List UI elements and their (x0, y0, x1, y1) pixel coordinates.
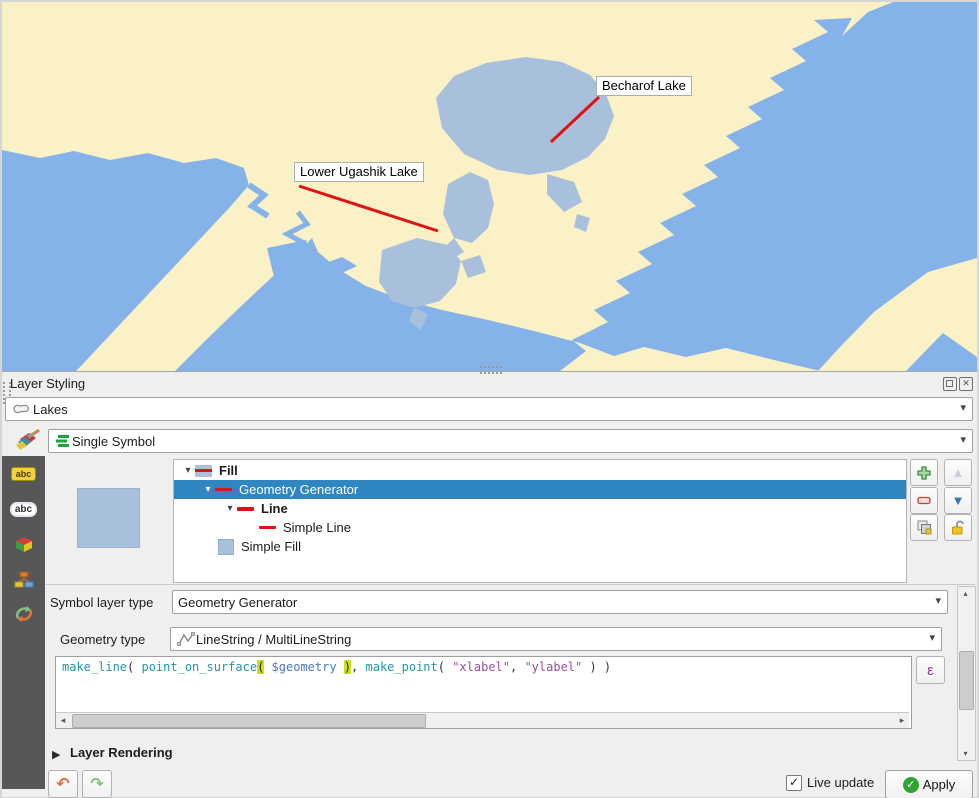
symbol-layer-type-value: Geometry Generator (178, 595, 297, 610)
line-symbol-icon (215, 488, 232, 491)
layer-rendering-label[interactable]: Layer Rendering (70, 745, 173, 760)
expression-editor[interactable]: make_line( point_on_surface( $geometry )… (55, 656, 912, 729)
3d-cube-icon (15, 536, 33, 553)
tree-row-label: Simple Line (283, 520, 351, 535)
symbol-layer-tree: ▾ Fill ▾ Geometry Generator ▾ Line Simpl… (173, 459, 907, 583)
renderer-value: Single Symbol (72, 434, 155, 449)
labels-icon: abc (11, 467, 37, 481)
symbol-layer-type-combo[interactable]: Geometry Generator ▾ (172, 590, 948, 614)
sidebar-item-3d-view[interactable] (2, 529, 45, 559)
float-panel-inner (946, 380, 953, 387)
sidebar-item-history[interactable] (2, 599, 45, 629)
qgis-window: Becharof Lake Lower Ugashik Lake Layer S… (0, 0, 979, 798)
paintbrush-icon (10, 429, 40, 455)
sidebar-item-labels[interactable]: abc (2, 459, 45, 489)
geometry-type-combo[interactable]: LineString / MultiLineString ▾ (170, 627, 942, 651)
lock-colors-button[interactable] (944, 514, 972, 541)
section-divider (46, 584, 975, 585)
simple-fill-icon (218, 539, 234, 555)
close-panel-icon[interactable]: ✕ (959, 377, 973, 391)
polygon-layer-icon (11, 401, 33, 417)
geometry-type-value: LineString / MultiLineString (196, 632, 351, 647)
expander-icon[interactable]: ▾ (201, 484, 215, 495)
tree-row-fill[interactable]: ▾ Fill (174, 461, 906, 480)
diagram-icon (14, 571, 34, 588)
layer-styling-panel: Layer Styling ✕ Lakes ▾ (2, 371, 977, 797)
live-update-label[interactable]: Live update (807, 775, 874, 790)
dropdown-arrow-icon: ▾ (929, 631, 935, 644)
symbol-layer-type-label: Symbol layer type (50, 595, 153, 610)
panel-vscrollbar[interactable]: ▴ ▾ (957, 586, 976, 761)
scroll-down-icon[interactable]: ▾ (958, 747, 973, 760)
tree-row-label: Geometry Generator (239, 482, 358, 497)
linestring-icon (176, 632, 196, 646)
map-canvas[interactable]: Becharof Lake Lower Ugashik Lake (2, 2, 977, 371)
duplicate-symbol-layer-button[interactable] (910, 514, 938, 541)
single-symbol-icon (54, 434, 72, 448)
minus-icon (917, 496, 931, 505)
scroll-left-icon[interactable]: ◂ (56, 713, 70, 728)
expression-builder-button[interactable]: ε (916, 656, 945, 684)
move-down-button[interactable]: ▼ (944, 487, 972, 514)
tree-row-line[interactable]: ▾ Line (174, 499, 906, 518)
vscroll-thumb[interactable] (959, 651, 974, 710)
masks-icon: abc (10, 502, 37, 517)
renderer-combo[interactable]: Single Symbol ▾ (48, 429, 973, 453)
redo-icon: ↷ (90, 774, 103, 794)
live-update-checkbox[interactable]: ✓ (786, 775, 802, 791)
float-panel-icon[interactable] (943, 377, 957, 391)
symbol-preview (77, 488, 140, 548)
fill-symbol-icon (195, 465, 212, 477)
layer-rendering-expander[interactable]: ▶ (52, 748, 60, 761)
move-up-button[interactable]: ▲ (944, 459, 972, 486)
expander-icon[interactable]: ▾ (223, 503, 237, 514)
scroll-up-icon[interactable]: ▴ (958, 587, 973, 600)
arrow-down-icon: ▼ (952, 493, 965, 508)
history-icon (14, 605, 34, 623)
simple-line-icon (259, 526, 276, 529)
map-label-ugashik: Lower Ugashik Lake (294, 162, 424, 182)
remove-symbol-layer-button[interactable] (910, 487, 938, 514)
unlock-icon (951, 520, 966, 535)
apply-button[interactable]: ✓ Apply (885, 770, 973, 798)
tree-row-simple-line[interactable]: Simple Line (174, 518, 906, 537)
expression-text: make_line( point_on_surface( $geometry )… (62, 660, 611, 674)
undo-button[interactable]: ↶ (48, 770, 78, 798)
hscroll-thumb[interactable] (72, 714, 426, 728)
map-svg (2, 2, 977, 371)
apply-check-icon: ✓ (903, 777, 919, 793)
layer-select-combo[interactable]: Lakes ▾ (5, 397, 973, 421)
panel-title: Layer Styling (10, 376, 85, 391)
tree-row-geometry-generator[interactable]: ▾ Geometry Generator (174, 480, 906, 499)
tree-row-simple-fill[interactable]: Simple Fill (174, 537, 906, 556)
apply-label: Apply (923, 777, 956, 792)
panel-resize-grip[interactable] (480, 366, 502, 374)
expander-icon[interactable]: ▾ (181, 465, 195, 476)
layer-select-value: Lakes (33, 402, 68, 417)
geometry-type-label: Geometry type (60, 632, 145, 647)
arrow-up-icon: ▲ (952, 465, 965, 480)
tree-row-label: Fill (219, 463, 238, 478)
sidebar-item-masks[interactable]: abc (2, 494, 45, 524)
redo-button[interactable]: ↷ (82, 770, 112, 798)
sidebar-item-symbology[interactable] (10, 429, 42, 455)
map-label-becharof: Becharof Lake (596, 76, 692, 96)
scroll-right-icon[interactable]: ▸ (895, 713, 909, 728)
tree-row-label: Simple Fill (241, 539, 301, 554)
dropdown-arrow-icon: ▾ (935, 594, 941, 607)
expression-hscrollbar[interactable]: ◂ ▸ (56, 712, 909, 728)
dropdown-arrow-icon: ▾ (960, 401, 966, 414)
tree-row-label: Line (261, 501, 288, 516)
line-symbol-icon (237, 507, 254, 511)
undo-icon: ↶ (56, 774, 69, 794)
sidebar-item-diagrams[interactable] (2, 564, 45, 594)
add-symbol-layer-button[interactable] (910, 459, 938, 486)
duplicate-icon (917, 520, 932, 535)
plus-icon (917, 466, 931, 480)
dropdown-arrow-icon: ▾ (960, 433, 966, 446)
styling-sidebar: abc abc (2, 456, 45, 789)
